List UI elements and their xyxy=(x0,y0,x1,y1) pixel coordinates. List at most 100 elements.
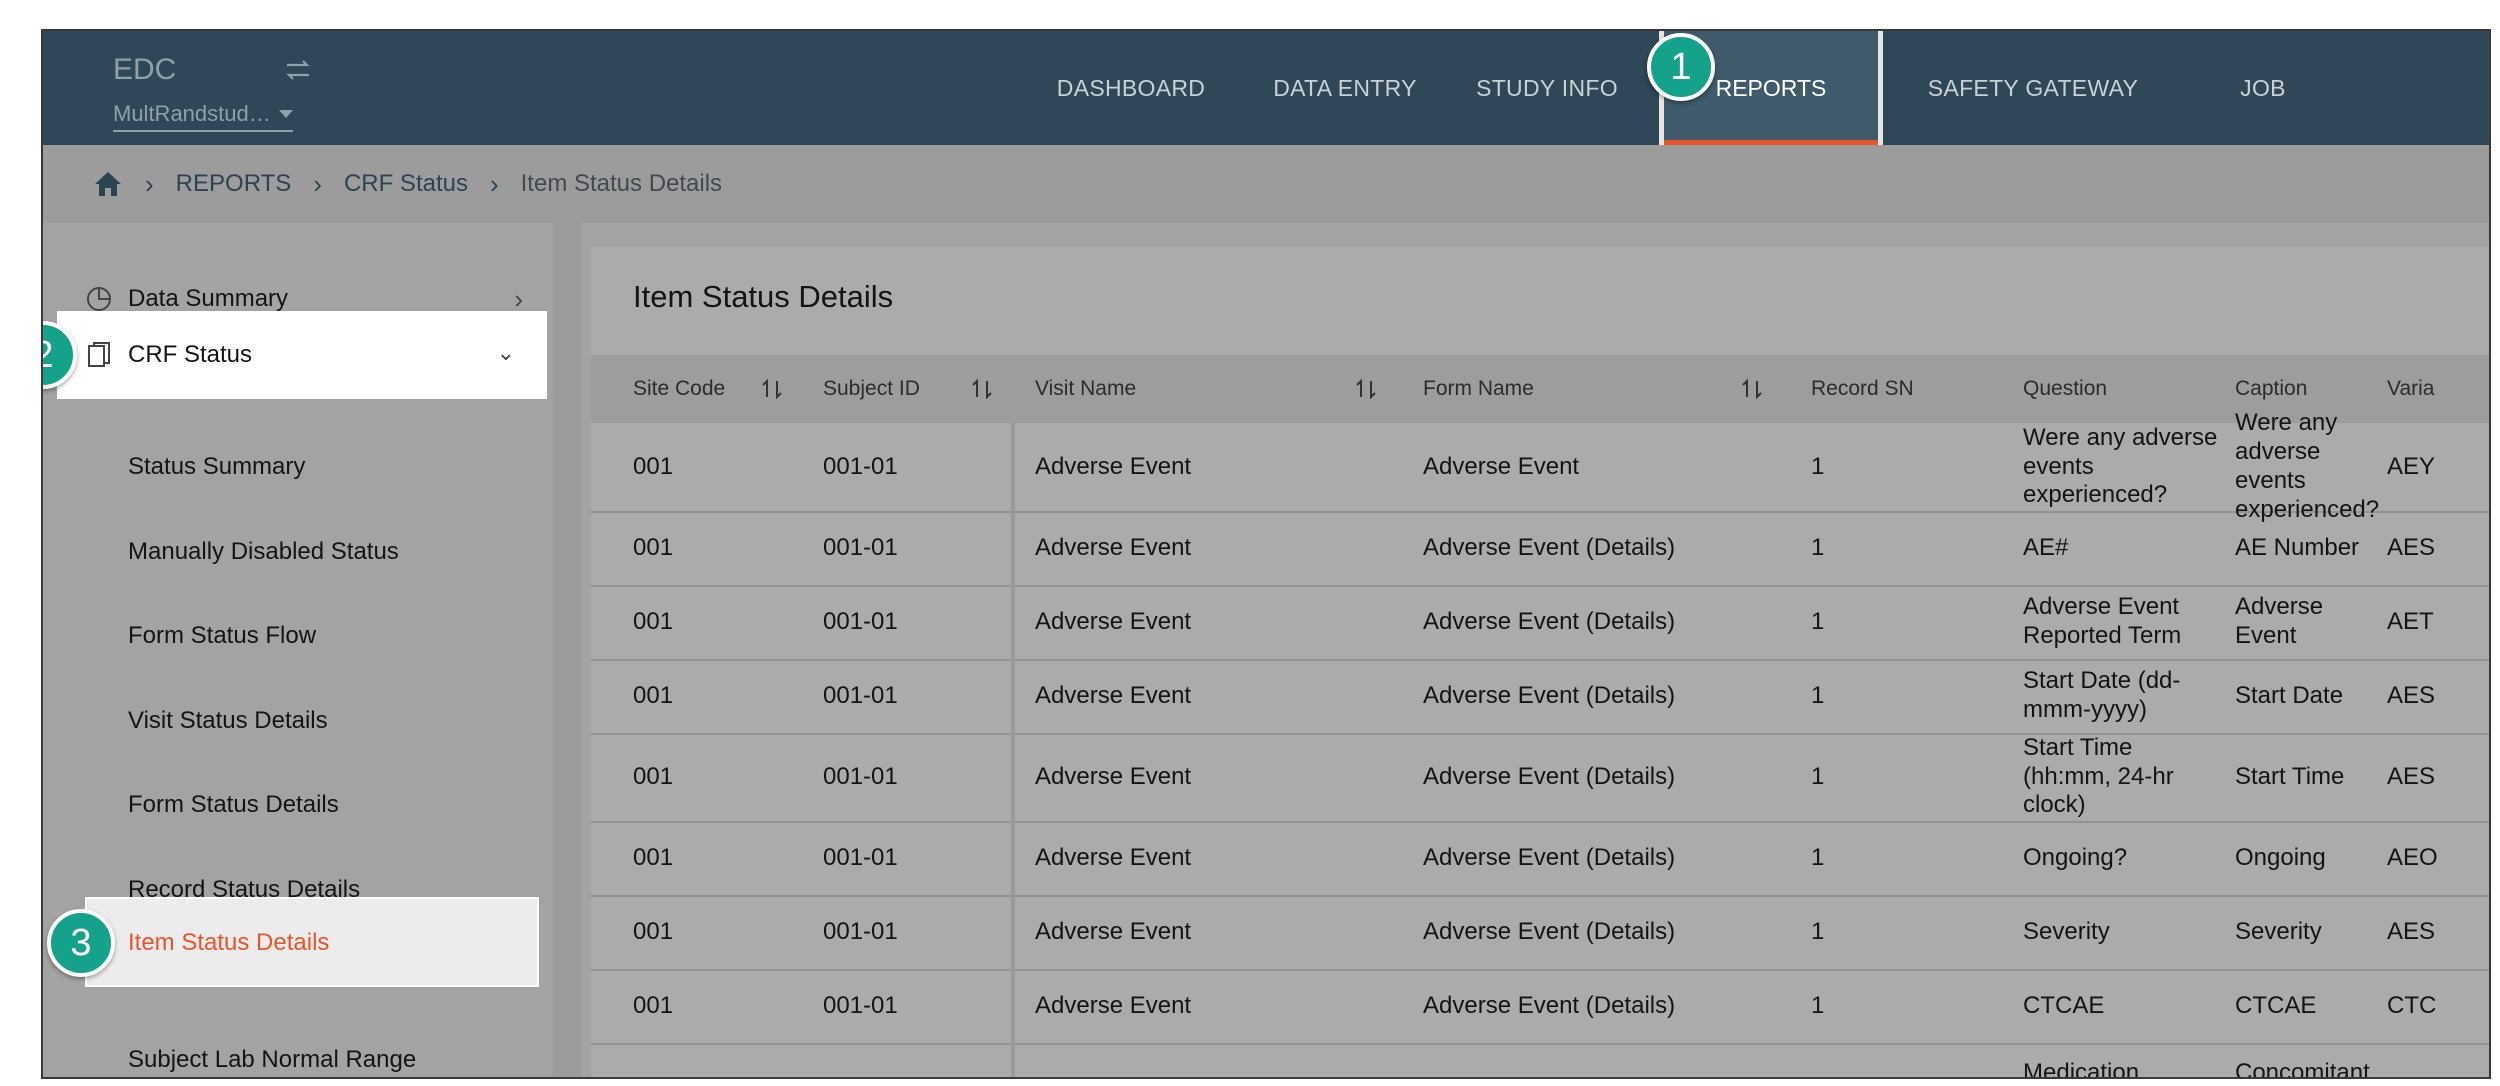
study-select-value: MultRandstud… xyxy=(113,101,271,126)
cell-caption: Were any adverse events experienced? xyxy=(2235,409,2380,523)
col-question[interactable]: Question xyxy=(2023,355,2107,423)
cell-record-sn: 1 xyxy=(1811,533,1825,561)
cell-subject-id: 001-01 xyxy=(823,533,898,561)
breadcrumb-crf-status[interactable]: CRF Status xyxy=(344,170,468,198)
sidebar-item-item-status-details[interactable]: Item Status Details xyxy=(85,897,539,987)
col-site-code[interactable]: Site Code xyxy=(633,355,725,423)
cell-form-name: Adverse Event (Details) xyxy=(1423,843,1676,871)
sidebar-item-subject-lab-normal-range[interactable]: Subject Lab Normal Range xyxy=(128,1020,416,1077)
cell-site-code: 001 xyxy=(633,917,674,945)
cell-subject-id: 001-01 xyxy=(823,607,898,635)
chevron-down-icon: ⌄ xyxy=(496,340,515,365)
sort-icon[interactable] xyxy=(1355,377,1377,401)
sidebar-item-status-summary[interactable]: Status Summary xyxy=(128,427,305,507)
cell-record-sn: 1 xyxy=(1811,917,1825,945)
table-row[interactable]: 001 001-01 Adverse Event Adverse Event (Det… xyxy=(591,511,2489,587)
sidebar-divider xyxy=(553,223,581,1077)
cell-caption: Start Date xyxy=(2235,681,2344,709)
cell-caption: CTCAE xyxy=(2235,991,2317,1019)
swap-icon[interactable] xyxy=(283,55,313,85)
table-header: Site Code Subject ID Visit Name Form Nam… xyxy=(591,355,2489,423)
cell-variable: AET xyxy=(2387,607,2434,635)
table-row[interactable]: 001 001-01 Adverse Event Adverse Event (Det… xyxy=(591,733,2489,823)
cell-subject-id: 001-01 xyxy=(823,762,898,790)
cell-question: Ongoing? xyxy=(2023,843,2128,871)
tab-job[interactable]: JOB xyxy=(2203,31,2323,145)
cell-form-name: Adverse Event (Details) xyxy=(1423,762,1676,790)
cell-question: AE# xyxy=(2023,533,2069,561)
cell-caption: Concomitant xyxy=(2235,1058,2370,1079)
cell-record-sn: 1 xyxy=(1811,991,1825,1019)
cell-record-sn: 1 xyxy=(1811,762,1825,790)
col-subject-id[interactable]: Subject ID xyxy=(823,355,920,423)
sort-icon[interactable] xyxy=(761,377,783,401)
app-frame: EDC MultRandstud… DASHBOARD DATA ENTRY S… xyxy=(41,29,2491,1079)
breadcrumb-current: Item Status Details xyxy=(520,170,723,197)
sort-icon[interactable] xyxy=(971,377,993,401)
tab-dashboard[interactable]: DASHBOARD xyxy=(1031,31,1231,145)
cell-question: Adverse Event Reported Term xyxy=(2023,593,2182,649)
cell-site-code: 001 xyxy=(633,607,674,635)
tab-study-info[interactable]: STUDY INFO xyxy=(1457,31,1637,145)
breadcrumb-reports[interactable]: REPORTS xyxy=(176,170,292,198)
cell-record-sn: 1 xyxy=(1811,843,1825,871)
table-row[interactable]: 001 001-01 Adverse Event Adverse Event (Det… xyxy=(591,895,2489,971)
table-row[interactable]: 001 001-01 Adverse Event Adverse Event (Det… xyxy=(591,969,2489,1045)
document-icon xyxy=(88,342,110,367)
cell-caption: Adverse Event xyxy=(2235,593,2324,649)
cell-visit-name xyxy=(1035,1043,1415,1077)
cell-visit-name: Adverse Event xyxy=(1035,762,1192,790)
sidebar-item-visit-status-details[interactable]: Visit Status Details xyxy=(128,681,328,761)
cell-record-sn: 1 xyxy=(1811,681,1825,709)
table-row[interactable]: 001 001-01 Adverse Event Adverse Event (Det… xyxy=(591,585,2489,661)
tab-safety-gateway[interactable]: SAFETY GATEWAY xyxy=(1903,31,2163,145)
cell-site-code: 001 xyxy=(633,991,674,1019)
cell-variable: AES xyxy=(2387,533,2436,561)
cell-variable: AES xyxy=(2387,917,2436,945)
cell-site-code: 001 xyxy=(633,843,674,871)
cell-question: Were any adverse events experienced? xyxy=(2023,423,2218,509)
cell-visit-name: Adverse Event xyxy=(1035,991,1192,1019)
cell-caption: Severity xyxy=(2235,917,2322,945)
home-icon[interactable] xyxy=(93,170,123,198)
cell-site-code: 001 xyxy=(633,762,674,790)
cell-variable: AEO xyxy=(2387,843,2438,871)
report-card: Item Status Details Site Code Subject ID… xyxy=(591,247,2489,1079)
cell-subject-id: 001-01 xyxy=(823,681,898,709)
col-form-name[interactable]: Form Name xyxy=(1423,355,1534,423)
cell-caption: AE Number xyxy=(2235,533,2360,561)
cell-record-sn: 1 xyxy=(1811,607,1825,635)
cell-variable xyxy=(2387,1043,2489,1077)
sidebar-item-label: Item Status Details xyxy=(128,929,330,956)
cell-visit-name: Adverse Event xyxy=(1035,681,1192,709)
table-row[interactable]: Medication Concomitant xyxy=(591,1043,2489,1079)
cell-form-name: Adverse Event (Details) xyxy=(1423,681,1676,709)
table-row[interactable]: 001 001-01 Adverse Event Adverse Event 1 Were… xyxy=(591,409,2489,523)
cell-record-sn: 1 xyxy=(1811,452,1825,480)
col-visit-name[interactable]: Visit Name xyxy=(1035,355,1136,423)
page-title: Item Status Details xyxy=(633,279,894,314)
tab-data-entry[interactable]: DATA ENTRY xyxy=(1255,31,1435,145)
app-name: EDC xyxy=(113,53,177,86)
cell-visit-name: Adverse Event xyxy=(1035,533,1192,561)
sort-icon[interactable] xyxy=(1741,377,1763,401)
chevron-right-icon: › xyxy=(489,168,499,199)
sidebar-item-manually-disabled-status[interactable]: Manually Disabled Status xyxy=(128,512,399,592)
study-select[interactable]: MultRandstud… xyxy=(113,101,293,132)
tab-reports-label: REPORTS xyxy=(1715,74,1827,101)
cell-site-code: 001 xyxy=(633,533,674,561)
table-row[interactable]: 001 001-01 Adverse Event Adverse Event (Det… xyxy=(591,821,2489,897)
sidebar-item-form-status-flow[interactable]: Form Status Flow xyxy=(128,596,316,676)
chevron-right-icon: › xyxy=(313,168,322,199)
table-row[interactable]: 001 001-01 Adverse Event Adverse Event (Det… xyxy=(591,659,2489,735)
sidebar-item-crf-status[interactable]: CRF Status ⌄ xyxy=(57,311,547,399)
sidebar-item-form-status-details[interactable]: Form Status Details xyxy=(128,765,339,845)
cell-form-name: Adverse Event xyxy=(1423,452,1580,480)
cell-question: Medication xyxy=(2023,1058,2140,1079)
col-variable[interactable]: Varia xyxy=(2387,355,2434,423)
col-record-sn[interactable]: Record SN xyxy=(1811,355,1914,423)
cell-variable: AES xyxy=(2387,762,2436,790)
cell-subject-id: 001-01 xyxy=(823,917,898,945)
cell-subject-id: 001-01 xyxy=(823,452,898,480)
cell-form-name: Adverse Event (Details) xyxy=(1423,991,1676,1019)
